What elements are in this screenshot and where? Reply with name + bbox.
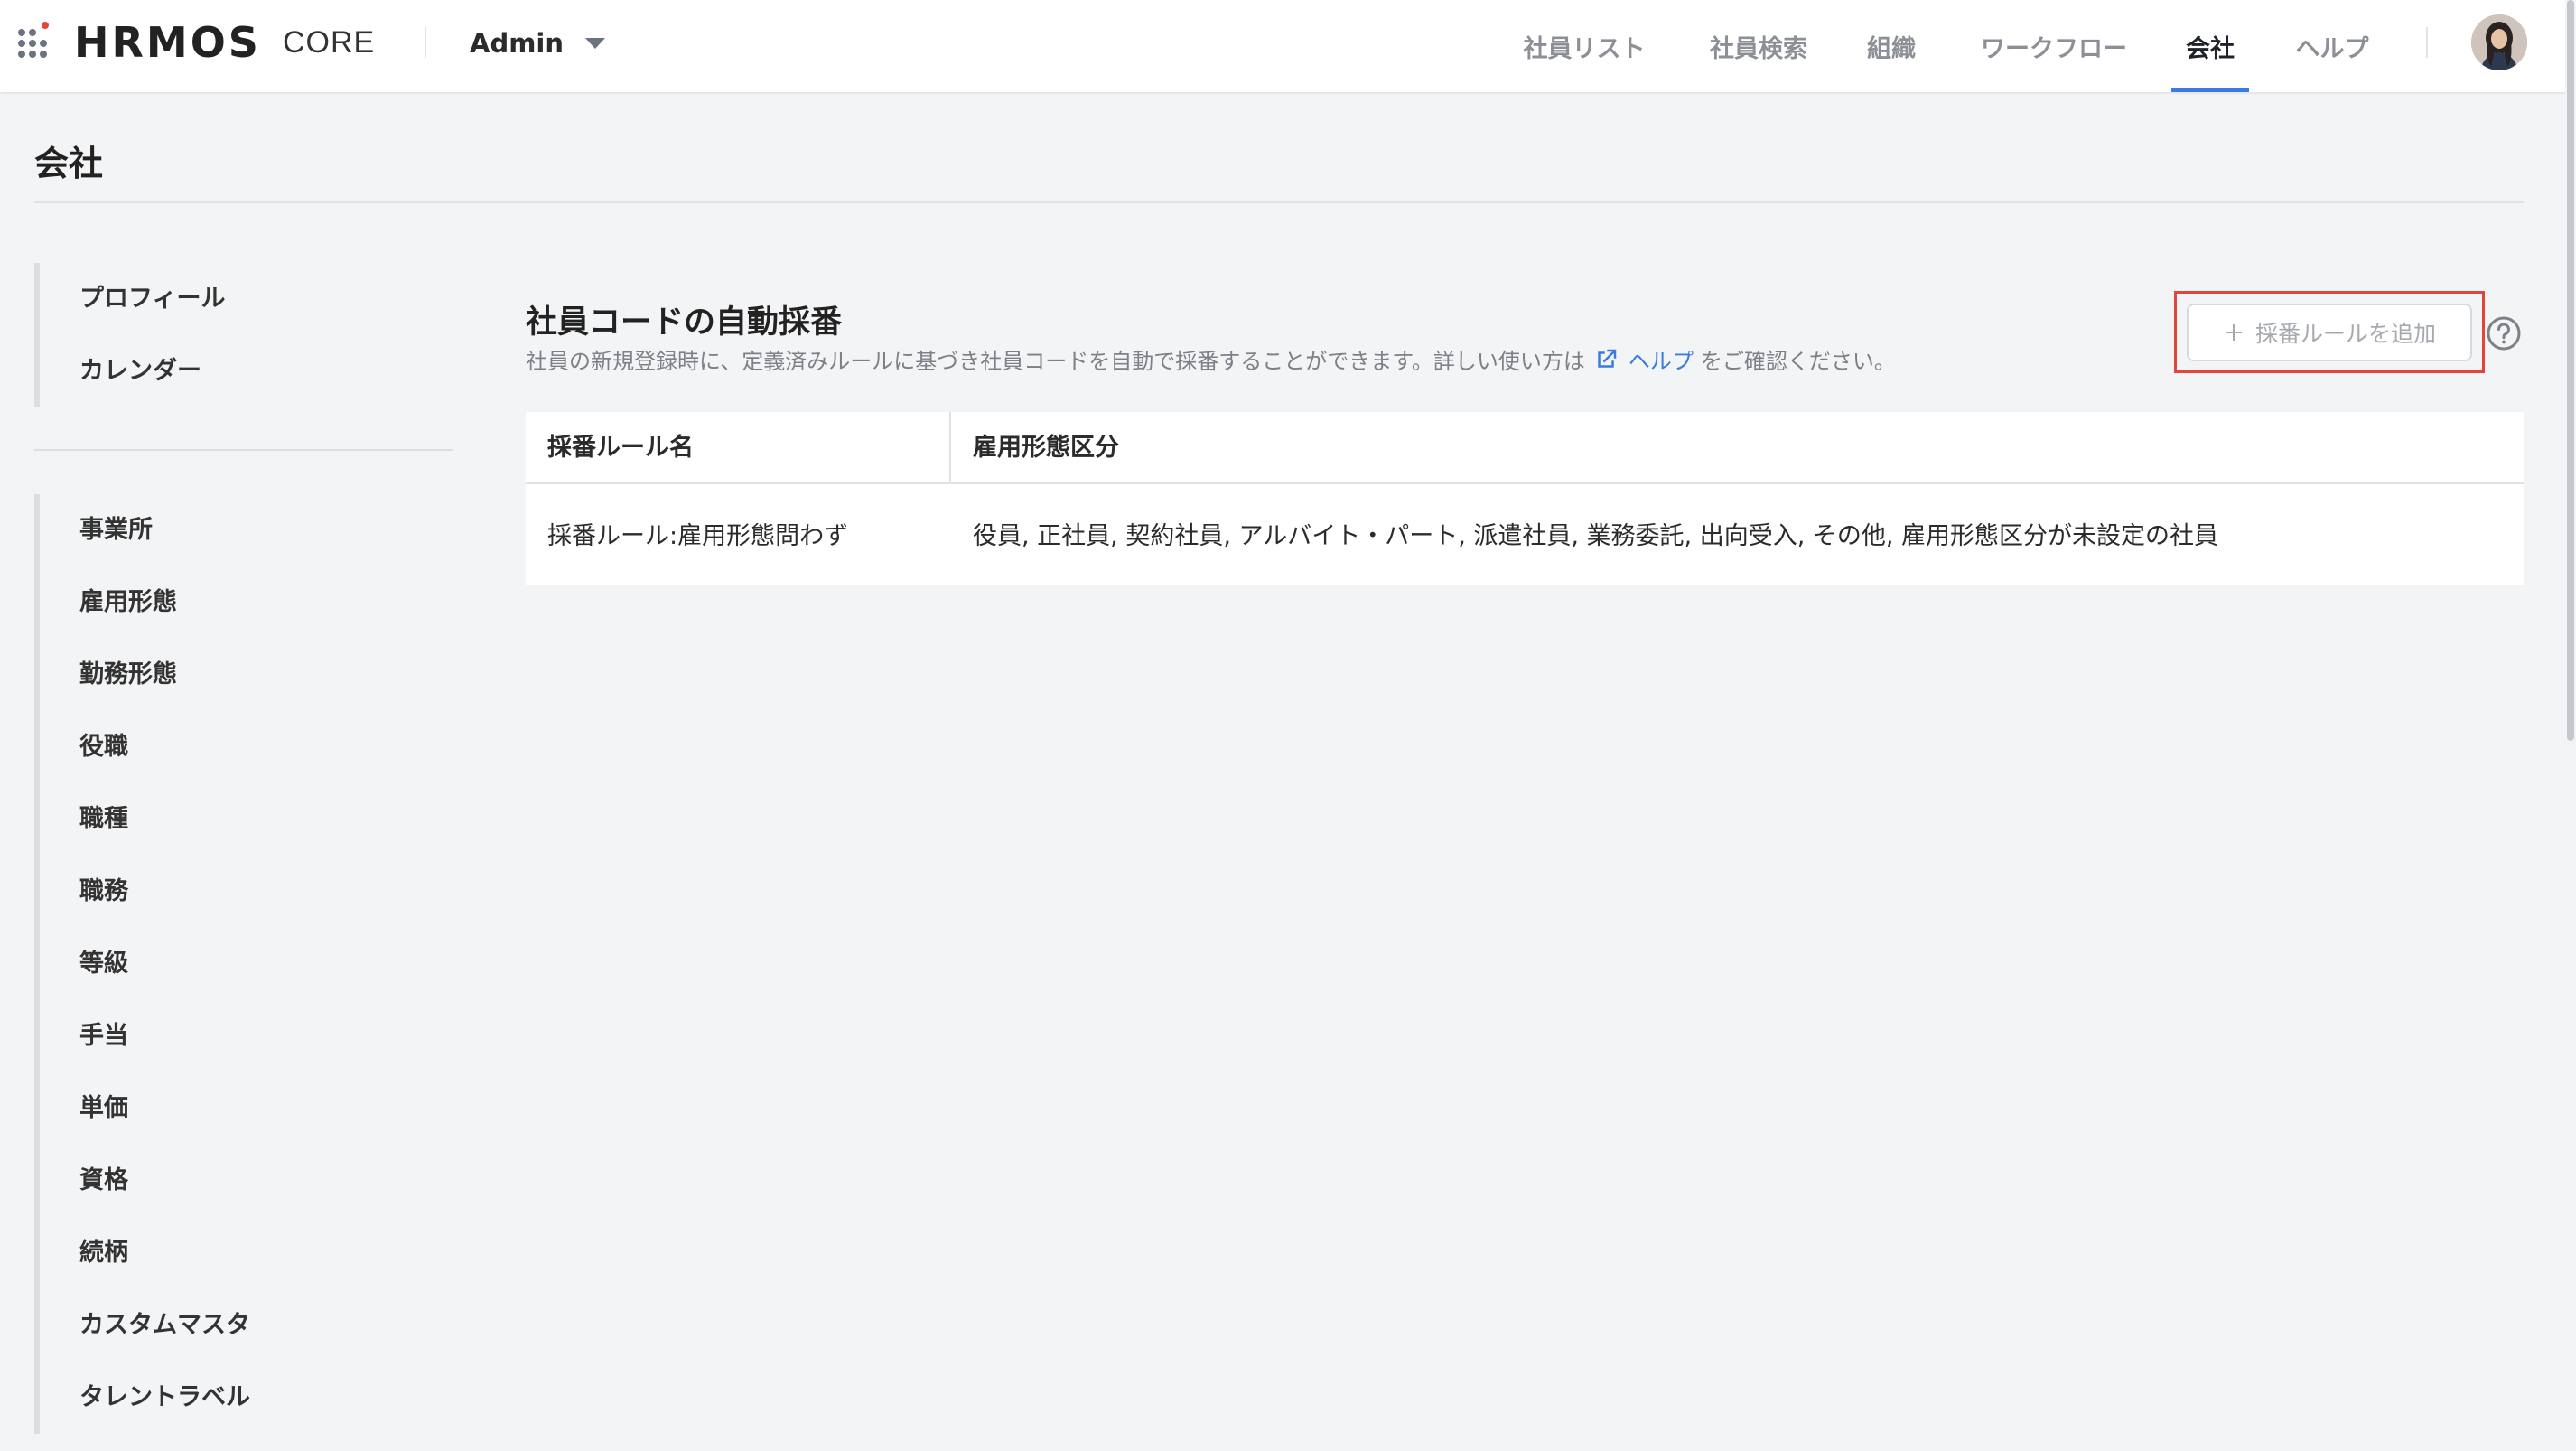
nav-workflow[interactable]: ワークフロー [1964,0,2144,92]
sidebar-item-offices[interactable]: 事業所 [40,494,250,566]
scrollbar-thumb[interactable] [2567,0,2574,741]
sidebar-item-unit-prices[interactable]: 単価 [40,1072,250,1145]
nav-employee-search[interactable]: 社員検索 [1693,0,1825,92]
sidebar-item-custom-masters[interactable]: カスタムマスタ [40,1289,250,1362]
section-title: 社員コードの自動採番 [526,304,843,341]
chevron-down-icon [585,38,606,49]
top-navigation-bar: HRMOS CORE Admin 社員リスト 社員検索 組織 ワークフロー 会社… [0,0,2576,92]
question-circle-icon[interactable] [2486,315,2522,351]
sidebar-item-qualifications[interactable]: 資格 [40,1145,250,1217]
sidebar-divider [34,449,453,451]
role-selector[interactable]: Admin [470,23,606,63]
title-divider [34,201,2524,203]
header-divider-right [2426,27,2428,58]
help-link-label: ヘルプ [1628,349,1694,374]
hrmos-logo[interactable]: HRMOS CORE [74,18,376,67]
section-description: 社員の新規登録時に、定義済みルールに基づき社員コードを自動で採番することができま… [526,343,1896,375]
app-grid-icon[interactable] [18,22,54,58]
cell-rule-name: 採番ルール:雇用形態問わず [547,522,849,550]
sidebar-group-general: プロフィール カレンダー [34,263,225,407]
nav-help[interactable]: ヘルプ [2280,0,2385,92]
external-link-icon [1598,349,1617,368]
sidebar-item-allowances[interactable]: 手当 [40,1000,250,1072]
add-button-label: 採番ルールを追加 [2254,321,2436,347]
sidebar-item-work-styles[interactable]: 勤務形態 [40,639,250,711]
logo-product-name: CORE [282,24,376,60]
description-text: 社員の新規登録時に、定義済みルールに基づき社員コードを自動で採番することができま… [526,349,1585,374]
header-divider [425,27,426,58]
sidebar-item-relationships[interactable]: 続柄 [40,1217,250,1289]
table-row[interactable]: 採番ルール:雇用形態問わず 役員, 正社員, 契約社員, アルバイト・パート, … [526,487,2524,585]
help-link[interactable]: ヘルプ [1592,343,1694,375]
sidebar-item-talent-labels[interactable]: タレントラベル [40,1362,250,1434]
sidebar-item-duties[interactable]: 職務 [40,856,250,928]
column-header-employment-type: 雇用形態区分 [973,434,1119,462]
nav-company[interactable]: 会社 [2171,0,2249,92]
numbering-rules-table: 採番ルール名 雇用形態区分 採番ルール:雇用形態問わず 役員, 正社員, 契約社… [526,412,2524,585]
page-title: 会社 [34,144,104,183]
avatar[interactable] [2471,14,2527,70]
sidebar-item-job-types[interactable]: 職種 [40,783,250,856]
sidebar-item-grades[interactable]: 等級 [40,928,250,1000]
sidebar-group-masters: 事業所 雇用形態 勤務形態 役職 職種 職務 等級 手当 単価 資格 続柄 カス… [34,494,250,1434]
column-header-rule-name: 採番ルール名 [547,434,694,462]
description-text-end: をご確認ください。 [1700,349,1896,374]
sidebar-item-positions[interactable]: 役職 [40,711,250,783]
plus-icon [2225,324,2242,341]
table-header: 採番ルール名 雇用形態区分 [526,412,2524,484]
sidebar-item-profile[interactable]: プロフィール [40,263,225,335]
nav-organization[interactable]: 組織 [1853,0,1929,92]
logo-wordmark: HRMOS [74,18,261,67]
role-label: Admin [470,28,565,59]
sidebar-item-employment-types[interactable]: 雇用形態 [40,566,250,639]
nav-employee-list[interactable]: 社員リスト [1507,0,1662,92]
sidebar-item-calendar[interactable]: カレンダー [40,335,225,407]
add-numbering-rule-button[interactable]: 採番ルールを追加 [2187,304,2472,361]
cell-employment-types: 役員, 正社員, 契約社員, アルバイト・パート, 派遣社員, 業務委託, 出向… [973,522,2219,550]
